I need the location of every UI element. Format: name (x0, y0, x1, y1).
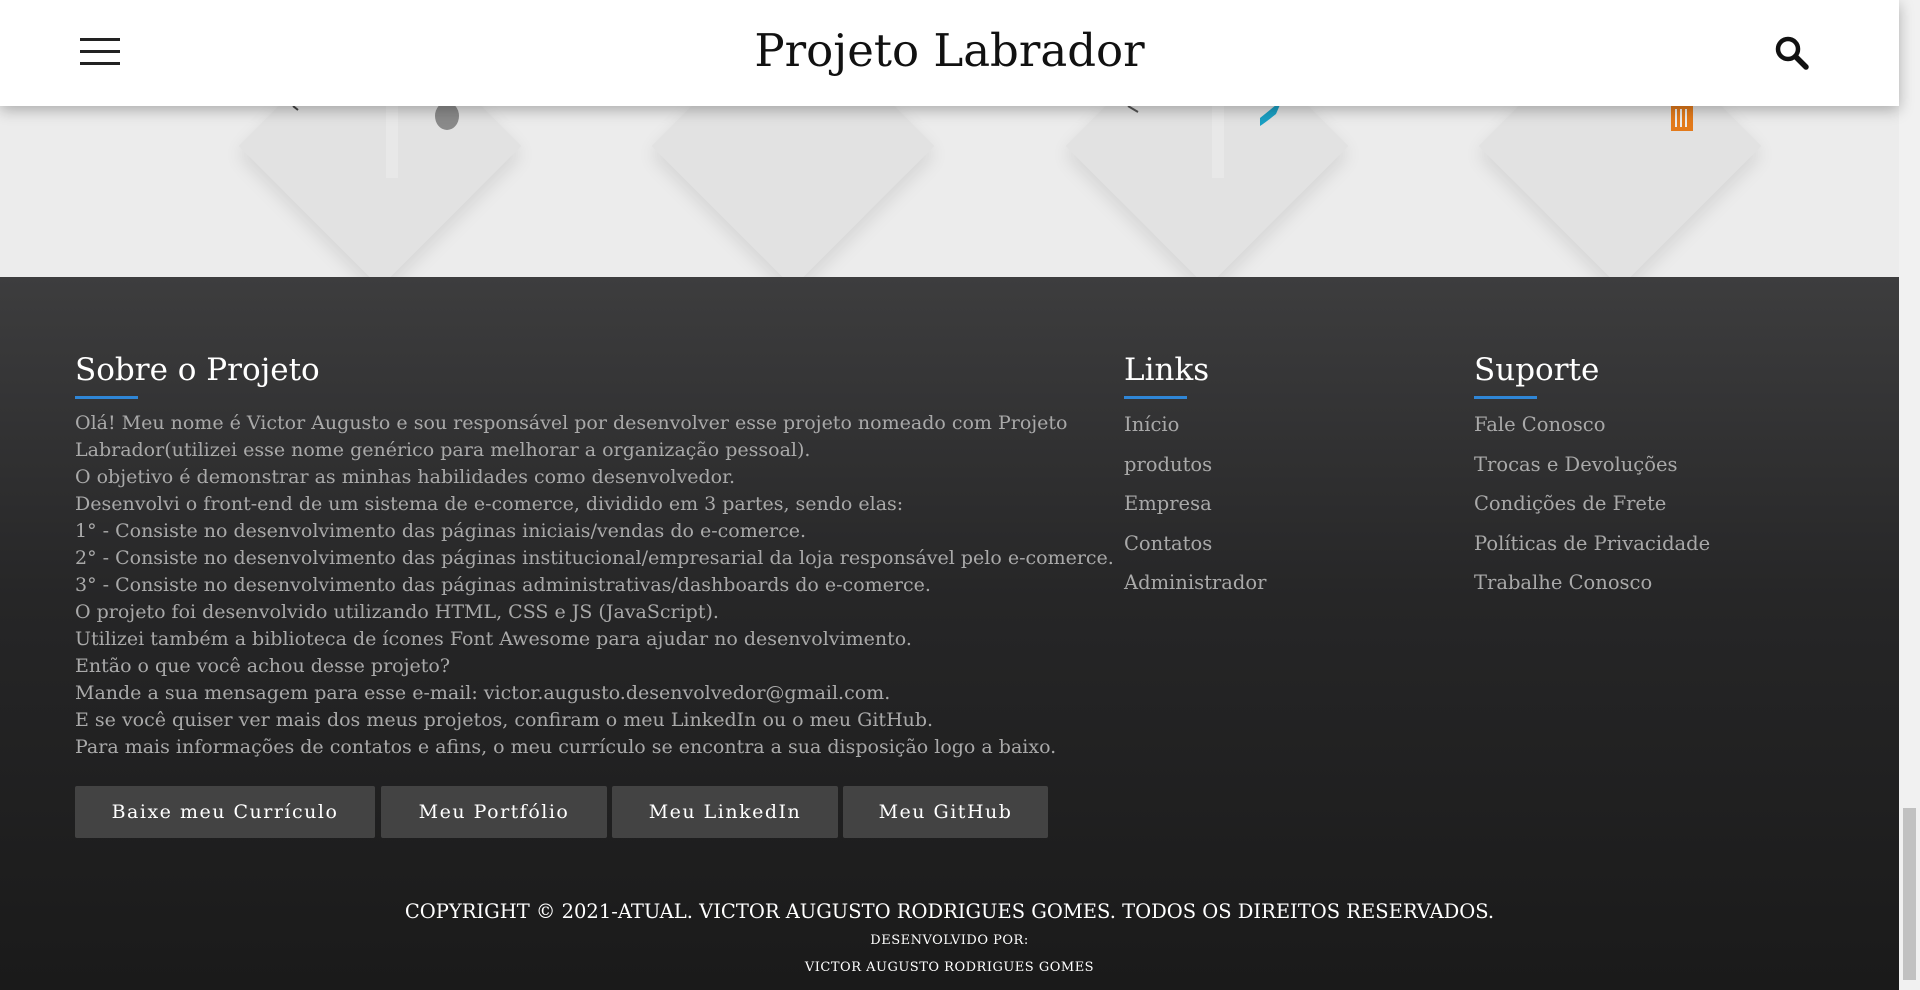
about-line: O projeto foi desenvolvido utilizando HT… (75, 601, 719, 623)
portfolio-button[interactable]: Meu Portfólio (381, 786, 607, 838)
linkedin-button[interactable]: Meu LinkedIn (612, 786, 838, 838)
support-link-privacidade[interactable]: Políticas de Privacidade (1474, 524, 1710, 564)
footer-link-administrador[interactable]: Administrador (1124, 563, 1266, 603)
footer-link-empresa[interactable]: Empresa (1124, 484, 1266, 524)
developed-by-label: DESENVOLVIDO POR: (870, 933, 1029, 948)
about-line: Olá! Meu nome é Victor Augusto e sou res… (75, 412, 1068, 434)
about-line: Mande a sua mensagem para esse e-mail: v… (75, 682, 891, 704)
page-scrollbar[interactable] (1899, 0, 1920, 990)
about-line: 1° - Consiste no desenvolvimento das pág… (75, 520, 806, 542)
links-title: Links (1124, 352, 1210, 388)
about-line: O objetivo é demonstrar as minhas habili… (75, 466, 736, 488)
about-line: Desenvolvi o front-end de um sistema de … (75, 493, 904, 515)
category-icon (1260, 106, 1280, 126)
support-list: Fale Conosco Trocas e Devoluções Condiçõ… (1474, 405, 1710, 603)
category-icon (435, 106, 459, 130)
search-icon[interactable] (1774, 35, 1810, 71)
site-header: Projeto Labrador (0, 0, 1899, 106)
footer-link-contatos[interactable]: Contatos (1124, 524, 1266, 564)
links-list: Início produtos Empresa Contatos Adminis… (1124, 405, 1266, 603)
about-line: Utilizei também a biblioteca de ícones F… (75, 628, 912, 650)
github-button[interactable]: Meu GitHub (843, 786, 1048, 838)
support-link-trocas[interactable]: Trocas e Devoluções (1474, 445, 1710, 485)
about-line: Labrador(utilizei esse nome genérico par… (75, 439, 811, 461)
about-line: Para mais informações de contatos e afin… (75, 736, 1057, 758)
support-link-fale-conosco[interactable]: Fale Conosco (1474, 405, 1710, 445)
category-box-icons (292, 106, 1693, 178)
support-link-trabalhe[interactable]: Trabalhe Conosco (1474, 563, 1710, 603)
about-line: 2° - Consiste no desenvolvimento das pág… (75, 547, 1114, 569)
support-title-underline (1474, 396, 1537, 399)
about-title-underline (75, 396, 138, 399)
about-line: E se você quiser ver mais dos meus proje… (75, 709, 934, 731)
category-icon (292, 106, 299, 111)
about-line: 3° - Consiste no desenvolvimento das pág… (75, 574, 931, 596)
about-line: Então o que você achou desse projeto? (75, 655, 450, 677)
about-title: Sobre o Projeto (75, 352, 320, 388)
site-title[interactable]: Projeto Labrador (0, 24, 1899, 77)
scrollbar-thumb[interactable] (1903, 808, 1916, 980)
support-link-frete[interactable]: Condições de Frete (1474, 484, 1710, 524)
category-boxes-section (0, 106, 1899, 277)
about-description: Olá! Meu nome é Victor Augusto e sou res… (75, 410, 1114, 761)
site-footer: Sobre o Projeto Olá! Meu nome é Victor A… (0, 277, 1899, 990)
footer-link-inicio[interactable]: Início (1124, 405, 1266, 445)
footer-link-produtos[interactable]: produtos (1124, 445, 1266, 485)
links-title-underline (1124, 396, 1187, 399)
developer-name: VICTOR AUGUSTO RODRIGUES GOMES (804, 960, 1095, 975)
category-icon (1127, 106, 1139, 113)
copyright-text: COPYRIGHT © 2021-ATUAL. VICTOR AUGUSTO R… (404, 900, 1495, 923)
support-title: Suporte (1474, 352, 1600, 388)
download-resume-button[interactable]: Baixe meu Currículo (75, 786, 375, 838)
